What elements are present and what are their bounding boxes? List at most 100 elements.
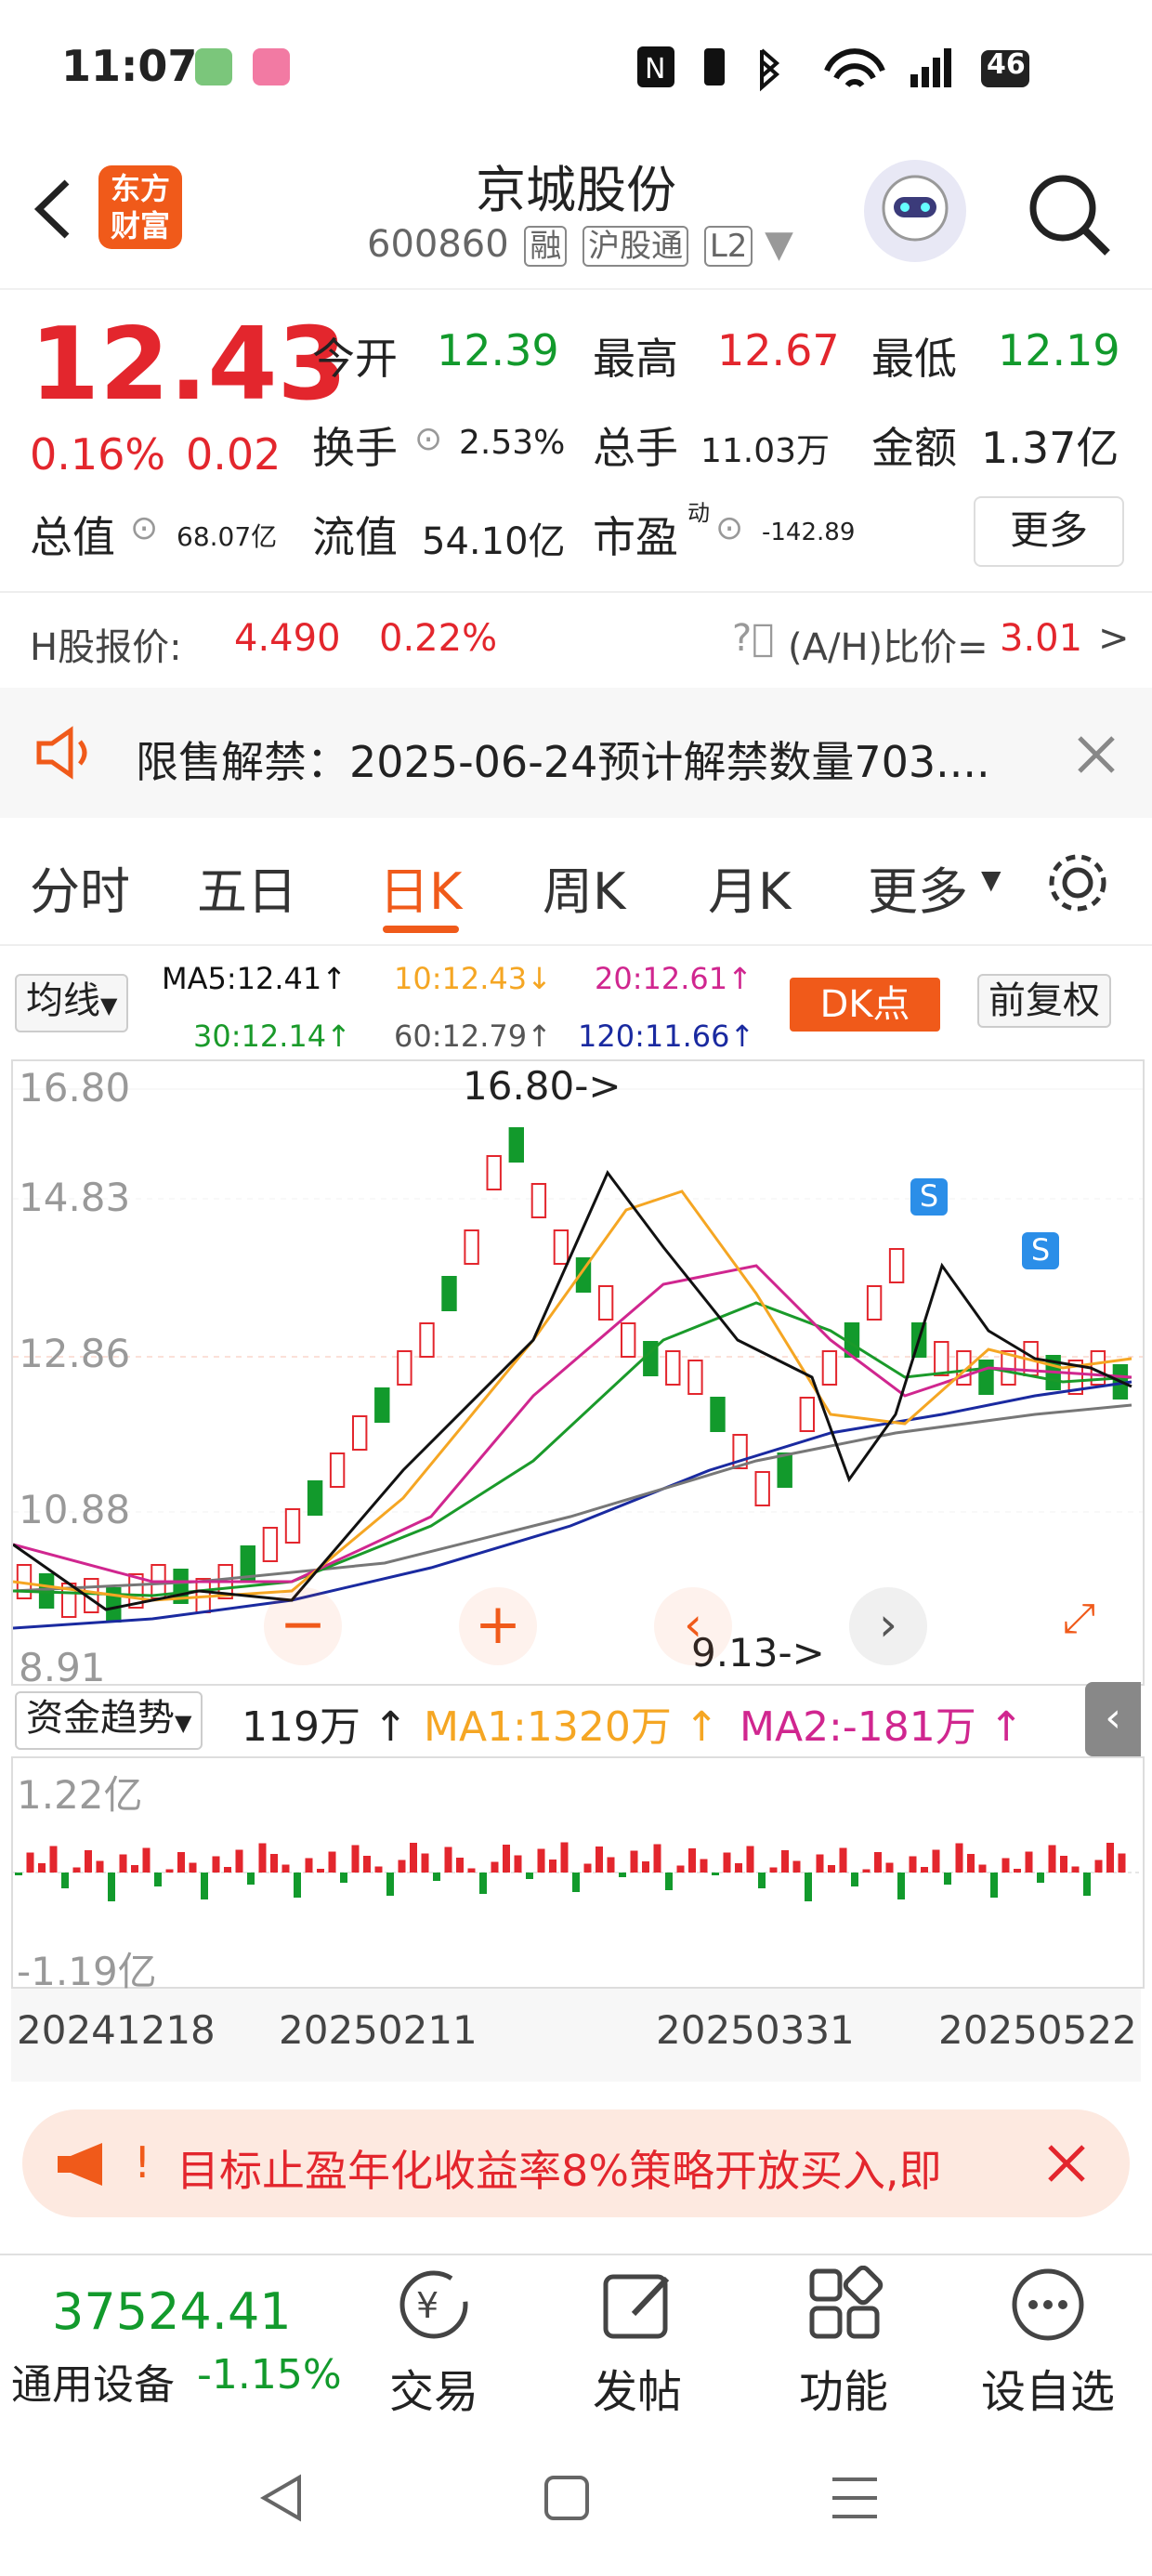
divider [0, 944, 1152, 946]
functions-label[interactable]: 功能 [751, 2355, 936, 2420]
flow-bar [596, 1847, 603, 1873]
flow-bar [386, 1873, 394, 1896]
info-icon[interactable]: ⊙ [414, 420, 442, 458]
tab-5day[interactable]: 五日 [197, 850, 297, 924]
close-icon[interactable] [1044, 2141, 1089, 2186]
flow-bar [363, 1856, 371, 1873]
flow-bar [15, 1873, 22, 1875]
trade-label[interactable]: 交易 [341, 2355, 527, 2420]
post-label[interactable]: 发帖 [544, 2355, 730, 2420]
settings-gear-icon[interactable] [1044, 849, 1111, 916]
candlestick [397, 1350, 412, 1386]
info-icon[interactable]: ⊙ [130, 509, 158, 547]
flow-bar [177, 1852, 185, 1873]
flow-bar [1048, 1845, 1056, 1873]
candlestick [262, 1527, 279, 1562]
search-icon[interactable] [1022, 167, 1115, 260]
collapse-panel-button[interactable]: ‹ [1085, 1682, 1141, 1756]
flow-bar [897, 1873, 905, 1899]
index-value[interactable]: 37524.41 [52, 2282, 292, 2341]
flow-bar [456, 1858, 464, 1873]
help-icon[interactable]: ?⃝ [732, 617, 774, 660]
flow-bar [1037, 1873, 1044, 1883]
more-dots-icon[interactable] [1009, 2266, 1087, 2344]
pe-label: 市盈 [593, 512, 678, 562]
flow-bar [235, 1849, 243, 1873]
flow-selector[interactable]: 资金趋势▼ [15, 1691, 203, 1750]
candlestick [934, 1341, 949, 1376]
tab-more[interactable]: 更多 [868, 850, 968, 924]
sell-signal-icon[interactable]: S [1022, 1232, 1059, 1269]
volume-value: 11.03万 [700, 432, 831, 470]
tab-monthly-k[interactable]: 月K [708, 850, 791, 924]
chevron-right-icon[interactable]: > [1098, 617, 1130, 660]
nav-home-icon[interactable] [543, 2474, 591, 2522]
index-pct: -1.15% [197, 2351, 342, 2399]
functions-icon[interactable] [806, 2266, 884, 2344]
stock-code-line[interactable]: 600860 融 沪股通 L2 ▼ [367, 223, 793, 267]
add-watchlist-label[interactable]: 设自选 [955, 2355, 1141, 2420]
candlestick [240, 1545, 256, 1581]
chevron-down-icon[interactable]: ▼ [765, 223, 793, 266]
flow-bar [398, 1860, 406, 1873]
ma5-value: MA5:12.41↑ [162, 961, 347, 996]
kline-chart[interactable]: 16.80 14.83 12.86 10.88 8.91 16.80-> 9.1… [11, 1059, 1145, 1690]
more-button[interactable]: 更多 [974, 496, 1124, 567]
tab-weekly-k[interactable]: 周K [543, 850, 625, 924]
nav-menu-icon[interactable] [829, 2474, 881, 2522]
date-label: 20241218 [17, 2007, 216, 2053]
open-label: 今开 [312, 334, 398, 384]
nav-back-icon[interactable] [258, 2472, 305, 2524]
divider [0, 591, 1152, 593]
flow-bar [154, 1873, 162, 1886]
candlestick [486, 1155, 502, 1190]
scroll-right-button[interactable]: › [849, 1587, 927, 1665]
fullscreen-icon[interactable]: ⤢ [1063, 1595, 1095, 1642]
flow-bar [305, 1858, 313, 1873]
sell-signal-icon[interactable]: S [910, 1178, 948, 1216]
flow-bar [444, 1847, 452, 1873]
dk-point-button[interactable]: DK点 [790, 978, 940, 1032]
close-icon[interactable] [1074, 732, 1119, 777]
flow-bar [26, 1852, 34, 1873]
flow-bar [526, 1873, 533, 1879]
zoom-in-button[interactable]: + [459, 1587, 537, 1665]
flow-bar [885, 1862, 894, 1873]
candlestick [821, 1350, 838, 1386]
flow-bar [72, 1867, 81, 1873]
flow-bar [165, 1869, 174, 1873]
tab-intraday[interactable]: 分时 [30, 850, 130, 924]
info-icon[interactable]: ⊙ [715, 509, 743, 547]
price-adjust-button[interactable]: 前复权 [977, 974, 1111, 1028]
flow-bar [131, 1865, 138, 1873]
flow-bar [944, 1873, 951, 1885]
zoom-out-button[interactable]: − [264, 1587, 342, 1665]
flow-bar [712, 1873, 719, 1875]
flow-bar [340, 1873, 347, 1883]
ah-ratio-label: (A/H)比价= [788, 626, 988, 669]
ma10-value: 10:12.43↓ [394, 961, 552, 996]
flow-bar [1071, 1866, 1080, 1873]
flow-bar [1094, 1860, 1103, 1873]
tag-level2: L2 [703, 226, 753, 267]
flow-bar [607, 1857, 615, 1873]
promo-banner[interactable]: ! 目标止盈年化收益率8%策略开放买入,即 [22, 2109, 1130, 2217]
flow-bar [723, 1852, 731, 1873]
post-icon[interactable] [598, 2266, 676, 2344]
candlestick [307, 1480, 323, 1516]
volume-label: 总手 [593, 423, 678, 473]
trade-icon[interactable]: ¥ [392, 2266, 476, 2344]
ma120-value: 120:11.66↑ [578, 1019, 755, 1054]
fund-flow-chart[interactable]: 1.22亿 -1.19亿 [11, 1756, 1145, 1994]
flow-bar [281, 1864, 290, 1873]
notice-text[interactable]: 限售解禁：2025-06-24预计解禁数量703.... [136, 729, 990, 790]
scroll-left-button[interactable]: ‹ [654, 1587, 732, 1665]
flow-bar [1014, 1869, 1021, 1873]
flow-bar [1001, 1858, 1010, 1873]
tab-daily-k[interactable]: 日K [379, 850, 462, 924]
flow-bar [328, 1851, 336, 1873]
assistant-robot-icon[interactable] [864, 160, 966, 262]
indicator-selector[interactable]: 均线▼ [15, 974, 129, 1032]
chevron-down-icon: ▼ [981, 864, 1001, 895]
flow-bar [421, 1853, 429, 1873]
